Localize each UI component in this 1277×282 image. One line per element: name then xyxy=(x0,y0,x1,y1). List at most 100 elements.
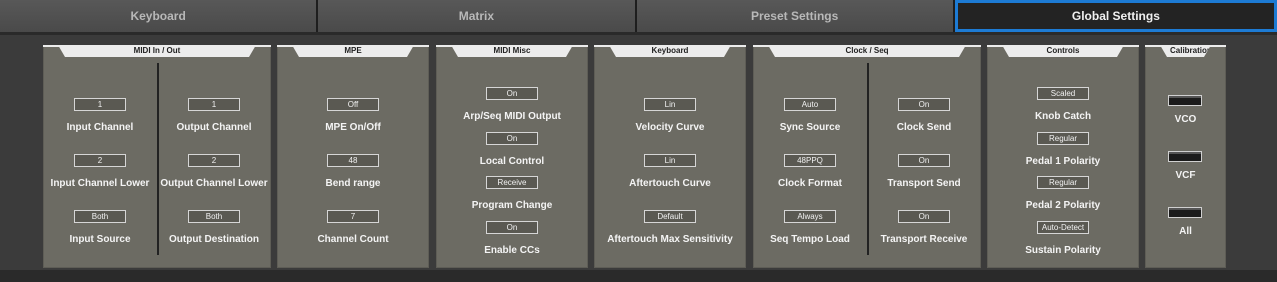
param-input-channel: 1 Input Channel xyxy=(43,94,157,133)
panel-title: Calibration xyxy=(1160,45,1211,57)
output-channel-value[interactable]: 1 xyxy=(188,98,240,111)
panel-clock-seq: Clock / Seq Auto Sync Source On Clock Se… xyxy=(753,45,981,268)
tab-preset-settings[interactable]: Preset Settings xyxy=(636,0,955,32)
param-program-change: Receive Program Change xyxy=(436,172,588,211)
mpe-on-off-value[interactable]: Off xyxy=(327,98,379,111)
param-local-control: On Local Control xyxy=(436,128,588,167)
pedal-1-polarity-value[interactable]: Regular xyxy=(1037,132,1089,145)
pedal-2-polarity-value[interactable]: Regular xyxy=(1037,176,1089,189)
panel-keyboard: Keyboard Lin Velocity Curve Lin Aftertou… xyxy=(594,45,746,268)
param-sync-source: Auto Sync Source xyxy=(753,94,867,133)
param-output-destination: Both Output Destination xyxy=(157,206,271,245)
aftertouch-curve-label: Aftertouch Curve xyxy=(629,178,711,189)
output-channel-lower-value[interactable]: 2 xyxy=(188,154,240,167)
sustain-polarity-label: Sustain Polarity xyxy=(1025,245,1101,256)
tab-keyboard[interactable]: Keyboard xyxy=(0,0,319,32)
param-transport-receive: On Transport Receive xyxy=(867,206,981,245)
param-velocity-curve: Lin Velocity Curve xyxy=(594,94,746,133)
pedal-2-polarity-label: Pedal 2 Polarity xyxy=(1025,200,1101,211)
param-mpe-on-off: Off MPE On/Off xyxy=(277,94,429,133)
bend-range-label: Bend range xyxy=(325,178,381,189)
param-input-channel-lower: 2 Input Channel Lower xyxy=(43,150,157,189)
tab-matrix[interactable]: Matrix xyxy=(318,0,637,32)
aftertouch-max-sensitivity-label: Aftertouch Max Sensitivity xyxy=(607,234,733,245)
program-change-label: Program Change xyxy=(471,200,553,211)
vco-label: VCO xyxy=(1174,114,1197,125)
clock-format-label: Clock Format xyxy=(778,178,842,189)
aftertouch-curve-value[interactable]: Lin xyxy=(644,154,696,167)
input-source-label: Input Source xyxy=(69,234,131,245)
param-aftertouch-curve: Lin Aftertouch Curve xyxy=(594,150,746,189)
panel-title: MIDI Misc xyxy=(451,45,573,57)
param-input-source: Both Input Source xyxy=(43,206,157,245)
arp-seq-midi-output-label: Arp/Seq MIDI Output xyxy=(463,111,561,122)
channel-count-label: Channel Count xyxy=(317,234,389,245)
sustain-polarity-value[interactable]: Auto-Detect xyxy=(1037,221,1089,234)
all-label: All xyxy=(1179,226,1192,237)
param-output-channel: 1 Output Channel xyxy=(157,94,271,133)
panel-controls: Controls Scaled Knob Catch Regular Pedal… xyxy=(987,45,1139,268)
seq-tempo-load-label: Seq Tempo Load xyxy=(770,234,850,245)
local-control-value[interactable]: On xyxy=(486,132,538,145)
velocity-curve-label: Velocity Curve xyxy=(635,122,705,133)
seq-tempo-load-value[interactable]: Always xyxy=(784,210,836,223)
program-change-value[interactable]: Receive xyxy=(486,176,538,189)
transport-send-label: Transport Send xyxy=(887,178,961,189)
panel-calibration: Calibration VCO VCF All xyxy=(1145,45,1226,268)
transport-receive-label: Transport Receive xyxy=(880,234,968,245)
param-channel-count: 7 Channel Count xyxy=(277,206,429,245)
enable-ccs-value[interactable]: On xyxy=(486,221,538,234)
knob-catch-value[interactable]: Scaled xyxy=(1037,87,1089,100)
knob-catch-label: Knob Catch xyxy=(1034,111,1092,122)
param-clock-send: On Clock Send xyxy=(867,94,981,133)
clock-format-value[interactable]: 48PPQ xyxy=(784,154,836,167)
panel-midi-in-out: MIDI In / Out 1 Input Channel 1 Output C… xyxy=(43,45,271,268)
mpe-on-off-label: MPE On/Off xyxy=(325,122,381,133)
param-enable-ccs: On Enable CCs xyxy=(436,217,588,256)
clock-send-value[interactable]: On xyxy=(898,98,950,111)
param-pedal-2-polarity: Regular Pedal 2 Polarity xyxy=(987,172,1139,211)
output-channel-lower-label: Output Channel Lower xyxy=(160,178,268,189)
panel-mpe: MPE Off MPE On/Off 48 Bend range 7 Chann… xyxy=(277,45,429,268)
tab-bar: Keyboard Matrix Preset Settings Global S… xyxy=(0,0,1277,32)
output-destination-value[interactable]: Both xyxy=(188,210,240,223)
vcf-label: VCF xyxy=(1175,170,1196,181)
sync-source-label: Sync Source xyxy=(779,122,841,133)
tab-global-settings[interactable]: Global Settings xyxy=(954,0,1277,32)
input-channel-label: Input Channel xyxy=(66,122,134,133)
input-channel-lower-value[interactable]: 2 xyxy=(74,154,126,167)
panel-title: Keyboard xyxy=(609,45,731,57)
panel-midi-misc: MIDI Misc On Arp/Seq MIDI Output On Loca… xyxy=(436,45,588,268)
aftertouch-max-sensitivity-value[interactable]: Default xyxy=(644,210,696,223)
clock-send-label: Clock Send xyxy=(896,122,952,133)
tab-underline xyxy=(0,32,1277,35)
input-channel-lower-label: Input Channel Lower xyxy=(50,178,150,189)
pedal-1-polarity-label: Pedal 1 Polarity xyxy=(1025,156,1101,167)
param-knob-catch: Scaled Knob Catch xyxy=(987,83,1139,122)
velocity-curve-value[interactable]: Lin xyxy=(644,98,696,111)
enable-ccs-label: Enable CCs xyxy=(484,245,540,256)
param-pedal-1-polarity: Regular Pedal 1 Polarity xyxy=(987,128,1139,167)
transport-receive-value[interactable]: On xyxy=(898,210,950,223)
calibrate-all-button[interactable] xyxy=(1168,207,1202,218)
panel-title: MPE xyxy=(292,45,414,57)
param-sustain-polarity: Auto-Detect Sustain Polarity xyxy=(987,217,1139,256)
bottom-band xyxy=(0,270,1277,282)
param-transport-send: On Transport Send xyxy=(867,150,981,189)
calibrate-vco-button[interactable] xyxy=(1168,95,1202,106)
input-channel-value[interactable]: 1 xyxy=(74,98,126,111)
param-seq-tempo-load: Always Seq Tempo Load xyxy=(753,206,867,245)
bend-range-value[interactable]: 48 xyxy=(327,154,379,167)
output-channel-label: Output Channel xyxy=(176,122,252,133)
sync-source-value[interactable]: Auto xyxy=(784,98,836,111)
param-output-channel-lower: 2 Output Channel Lower xyxy=(157,150,271,189)
transport-send-value[interactable]: On xyxy=(898,154,950,167)
input-source-value[interactable]: Both xyxy=(74,210,126,223)
param-aftertouch-max-sensitivity: Default Aftertouch Max Sensitivity xyxy=(594,206,746,245)
arp-seq-midi-output-value[interactable]: On xyxy=(486,87,538,100)
calibrate-vcf-button[interactable] xyxy=(1168,151,1202,162)
panel-title: MIDI In / Out xyxy=(58,45,256,57)
output-destination-label: Output Destination xyxy=(169,234,259,245)
panel-title: Clock / Seq xyxy=(768,45,966,57)
channel-count-value[interactable]: 7 xyxy=(327,210,379,223)
